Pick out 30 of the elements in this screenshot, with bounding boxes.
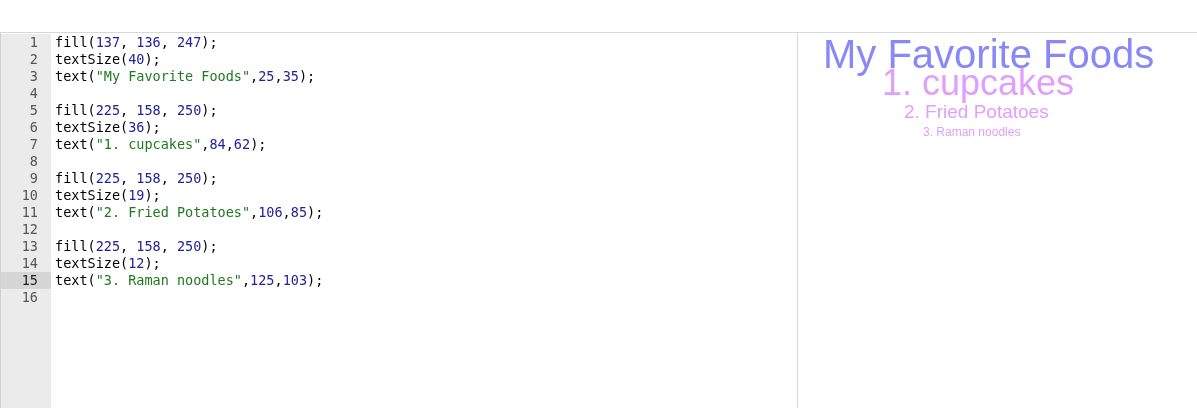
code-line: text("3. Raman noodles",125,103);: [55, 272, 324, 288]
line-number: 1: [28, 34, 39, 51]
line-number: 11: [20, 204, 39, 221]
code-line: textSize(40);: [55, 51, 161, 67]
line-number: 8: [28, 153, 39, 170]
line-number: 9: [28, 170, 39, 187]
line-number: 4: [28, 85, 39, 102]
code-line: fill(137, 136, 247);: [55, 34, 218, 50]
line-number: 6: [28, 119, 39, 136]
line-number: 13: [20, 238, 39, 255]
code-line: text("My Favorite Foods",25,35);: [55, 68, 316, 84]
code-line: fill(225, 158, 250);: [55, 102, 218, 118]
line-number: 16: [20, 289, 39, 306]
canvas-text: 2. Fried Potatoes: [904, 102, 1049, 121]
line-number: 5: [28, 102, 39, 119]
line-number: 12: [20, 221, 39, 238]
code-line: text("2. Fried Potatoes",106,85);: [55, 204, 324, 220]
canvas-text: 3. Raman noodles: [923, 126, 1021, 138]
line-number: 3: [28, 68, 39, 85]
code-line: fill(225, 158, 250);: [55, 170, 218, 186]
code-line: text("1. cupcakes",84,62);: [55, 136, 267, 152]
line-number: 15: [1, 272, 51, 289]
code-line: textSize(19);: [55, 187, 161, 203]
code-line: textSize(12);: [55, 255, 161, 271]
line-number: 14: [20, 255, 39, 272]
code-line: textSize(36);: [55, 119, 161, 135]
line-number: 10: [20, 187, 39, 204]
line-number: 2: [28, 51, 39, 68]
line-number: 7: [28, 136, 39, 153]
code-line: fill(225, 158, 250);: [55, 238, 218, 254]
